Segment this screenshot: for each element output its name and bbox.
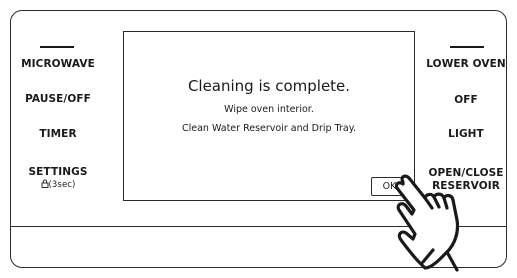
off-button[interactable]: OFF [424, 94, 508, 107]
dialog-title: Cleaning is complete. [187, 77, 351, 95]
lock-icon [41, 179, 48, 188]
settings-button[interactable]: SETTINGS (3sec) [20, 166, 96, 191]
lower-oven-button[interactable]: LOWER OVEN [424, 58, 508, 71]
off-button-label: OFF [454, 94, 478, 106]
settings-hold-hint: (3sec) [20, 179, 96, 191]
timer-button-label: TIMER [39, 128, 77, 140]
lower-oven-indicator-bar [450, 46, 484, 48]
cleaning-complete-dialog: Cleaning is complete. Wipe oven interior… [123, 31, 415, 201]
pause-off-button-label: PAUSE/OFF [25, 93, 91, 105]
lower-oven-button-label: LOWER OVEN [426, 58, 506, 70]
microwave-button[interactable]: MICROWAVE [20, 58, 96, 71]
timer-button[interactable]: TIMER [20, 128, 96, 141]
light-button-label: LIGHT [448, 128, 484, 140]
pointing-hand-icon [394, 174, 460, 272]
dialog-message-line-2: Clean Water Reservoir and Drip Tray. [181, 123, 357, 134]
microwave-button-label: MICROWAVE [21, 58, 95, 70]
microwave-indicator-bar [40, 46, 74, 48]
dialog-message-line-1: Wipe oven interior. [224, 104, 314, 115]
light-button[interactable]: LIGHT [424, 128, 508, 141]
settings-hold-duration: (3sec) [48, 180, 76, 190]
pause-off-button[interactable]: PAUSE/OFF [20, 93, 96, 106]
settings-button-label: SETTINGS [28, 166, 88, 178]
